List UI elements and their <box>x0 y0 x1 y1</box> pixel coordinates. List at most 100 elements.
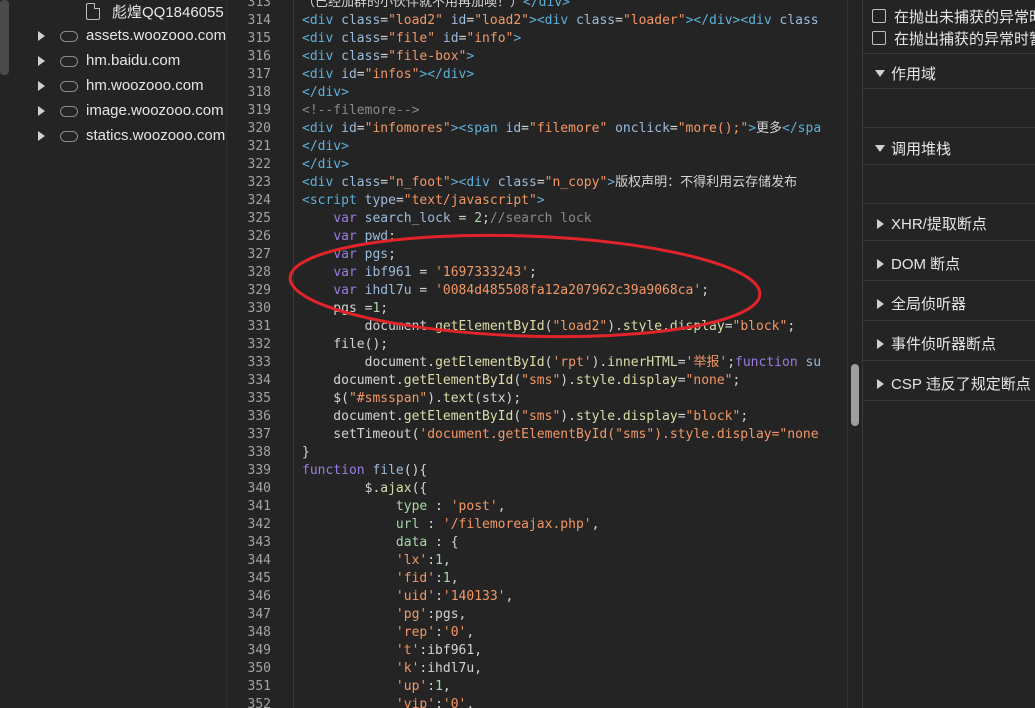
line-number[interactable]: 351 <box>248 678 271 696</box>
tree-domain-item[interactable]: image.woozooo.com <box>34 98 224 123</box>
line-number[interactable]: 329 <box>248 282 271 300</box>
line-number[interactable]: 317 <box>248 66 271 84</box>
line-number[interactable]: 345 <box>248 570 271 588</box>
line-number[interactable]: 342 <box>248 516 271 534</box>
pause-caught-option[interactable]: 在抛出捕获的异常时暂 <box>872 28 1035 48</box>
line-number[interactable]: 340 <box>248 480 271 498</box>
file-icon <box>86 2 100 20</box>
tree-domain-item[interactable]: statics.woozooo.com <box>34 123 225 148</box>
line-number[interactable]: 322 <box>248 156 271 174</box>
pause-uncaught-option[interactable]: 在抛出未捕获的异常时 <box>872 6 1035 26</box>
line-number[interactable]: 325 <box>248 210 271 228</box>
line-number[interactable]: 313 <box>248 0 271 12</box>
code-line: 'k':ihdl7u, <box>395 661 483 676</box>
code-line: <div class="load2" id="load2"><div class… <box>302 13 819 28</box>
divider <box>863 320 1035 321</box>
collapse-triangle-icon <box>877 378 884 389</box>
line-number[interactable]: 343 <box>248 534 271 552</box>
file-label: 彪煌QQ1846055 <box>112 3 224 21</box>
scope-section-header[interactable]: 作用域 <box>875 63 936 84</box>
code-line: 'up':1, <box>395 679 451 694</box>
line-number[interactable]: 326 <box>248 228 271 246</box>
expand-arrow-icon[interactable] <box>38 105 45 116</box>
collapse-triangle-icon <box>877 298 884 309</box>
xhr-breakpoints-header[interactable]: XHR/提取断点 <box>875 213 987 234</box>
line-number[interactable]: 315 <box>248 30 271 48</box>
line-number[interactable]: 334 <box>248 372 271 390</box>
line-number[interactable]: 316 <box>248 48 271 66</box>
cloud-icon <box>60 131 78 142</box>
line-number[interactable]: 324 <box>248 192 271 210</box>
line-number[interactable]: 332 <box>248 336 271 354</box>
line-number[interactable]: 336 <box>248 408 271 426</box>
code-line: document.getElementById("load2").style.d… <box>302 319 796 334</box>
divider <box>863 203 1035 204</box>
cloud-icon <box>60 81 78 92</box>
line-number[interactable]: 331 <box>248 318 271 336</box>
expand-arrow-icon[interactable] <box>38 80 45 91</box>
code-line: 'fid':1, <box>395 571 459 586</box>
csp-breakpoints-header[interactable]: CSP 违反了规定断点 <box>875 373 1031 394</box>
line-number[interactable]: 350 <box>248 660 271 678</box>
collapse-triangle-icon <box>877 218 884 229</box>
code-line: var pwd; <box>333 229 396 244</box>
line-number[interactable]: 314 <box>248 12 271 30</box>
line-number[interactable]: 328 <box>248 264 271 282</box>
callstack-label: 调用堆栈 <box>891 141 952 158</box>
line-number[interactable]: 320 <box>248 120 271 138</box>
code-line: document.getElementById("sms").style.dis… <box>302 373 741 388</box>
line-number[interactable]: 339 <box>248 462 271 480</box>
global-listeners-header[interactable]: 全局侦听器 <box>875 293 966 314</box>
tree-domain-item[interactable]: hm.baidu.com <box>34 48 180 73</box>
code-line: （已经加群的小伙伴就不用再加噢！）</div> <box>302 0 570 10</box>
line-number[interactable]: 346 <box>248 588 271 606</box>
tree-domain-item[interactable]: hm.woozooo.com <box>34 73 204 98</box>
xhr-breakpoints-label: XHR/提取断点 <box>891 216 987 233</box>
line-number[interactable]: 338 <box>248 444 271 462</box>
line-number[interactable]: 330 <box>248 300 271 318</box>
code-line: </div> <box>302 139 349 154</box>
divider <box>863 240 1035 241</box>
callstack-section-header[interactable]: 调用堆栈 <box>875 138 951 159</box>
code-line: url : '/filemoreajax.php', <box>395 517 600 532</box>
line-number[interactable]: 337 <box>248 426 271 444</box>
csp-breakpoints-label: CSP 违反了规定断点 <box>891 376 1031 393</box>
expand-triangle-icon <box>875 70 885 77</box>
dom-breakpoints-header[interactable]: DOM 断点 <box>875 253 960 274</box>
line-number[interactable]: 347 <box>248 606 271 624</box>
event-listener-breakpoints-label: 事件侦听器断点 <box>891 336 997 353</box>
line-number[interactable]: 323 <box>248 174 271 192</box>
code-line: <div id="infomores"><span id="filemore" … <box>302 121 822 136</box>
pause-caught-checkbox[interactable] <box>872 31 886 45</box>
expand-arrow-icon[interactable] <box>38 30 45 41</box>
code-line: 'rep':'0', <box>395 625 475 640</box>
pause-caught-label: 在抛出捕获的异常时暂 <box>894 30 1035 48</box>
editor-scrollbar-thumb[interactable] <box>851 364 859 426</box>
expand-arrow-icon[interactable] <box>38 130 45 141</box>
tree-domain-item[interactable]: assets.woozooo.com <box>34 23 226 48</box>
code-line: <div class="file-box"> <box>302 49 475 64</box>
pause-uncaught-checkbox[interactable] <box>872 9 886 23</box>
editor-scrollbar-track[interactable] <box>847 0 862 708</box>
line-number[interactable]: 318 <box>248 84 271 102</box>
code-line: <div class="n_foot"><div class="n_copy">… <box>302 175 798 190</box>
expand-arrow-icon[interactable] <box>38 55 45 66</box>
line-number[interactable]: 352 <box>248 696 271 708</box>
line-number[interactable]: 319 <box>248 102 271 120</box>
event-listener-breakpoints-header[interactable]: 事件侦听器断点 <box>875 333 996 354</box>
line-number[interactable]: 344 <box>248 552 271 570</box>
tree-scrollbar[interactable] <box>0 0 9 75</box>
code-line: <script type="text/javascript"> <box>302 193 545 208</box>
code-line: </div> <box>302 85 349 100</box>
line-number[interactable]: 335 <box>248 390 271 408</box>
code-line: 'pg':pgs, <box>395 607 467 622</box>
code-editor[interactable]: （已经加群的小伙伴就不用再加噢！）</div> <div class="load2… <box>295 0 847 708</box>
line-number[interactable]: 341 <box>248 498 271 516</box>
line-number[interactable]: 349 <box>248 642 271 660</box>
line-number[interactable]: 327 <box>248 246 271 264</box>
line-number[interactable]: 348 <box>248 624 271 642</box>
tree-file-item[interactable]: 彪煌QQ1846055 <box>86 0 224 22</box>
divider <box>863 164 1035 165</box>
line-number[interactable]: 321 <box>248 138 271 156</box>
line-number[interactable]: 333 <box>248 354 271 372</box>
